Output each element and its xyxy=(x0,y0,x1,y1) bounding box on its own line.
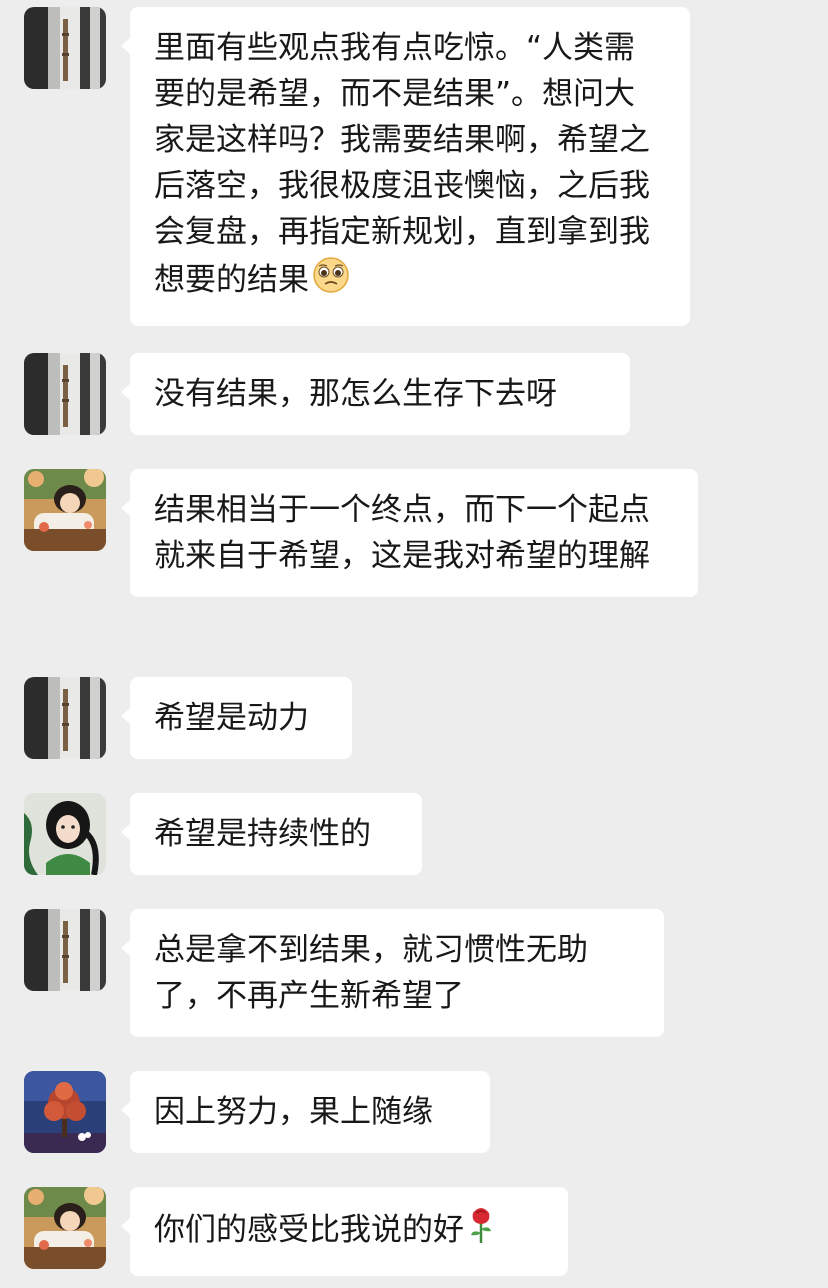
message-text: 结果相当于一个终点，而下一个起点就来自于希望，这是我对希望的理解 xyxy=(154,492,650,574)
message-bubble[interactable]: 希望是持续性的 xyxy=(121,793,422,875)
message-bubble[interactable]: 结果相当于一个终点，而下一个起点就来自于希望，这是我对希望的理解 xyxy=(121,469,698,597)
avatar-anime-girl-flowers[interactable] xyxy=(24,469,106,551)
pleading-face-emoji xyxy=(311,255,351,308)
avatar-bamboo-shadow[interactable] xyxy=(24,677,106,759)
avatar-bamboo-shadow[interactable] xyxy=(24,909,106,991)
rose-emoji xyxy=(466,1205,496,1258)
message-text: 没有结果，那怎么生存下去呀 xyxy=(154,376,557,412)
chat-message-list[interactable]: 里面有些观点我有点吃惊。“人类需要的是希望，而不是结果”。想问大家是这样吗？我需… xyxy=(0,0,828,1288)
message-bubble[interactable]: 里面有些观点我有点吃惊。“人类需要的是希望，而不是结果”。想问大家是这样吗？我需… xyxy=(121,7,690,326)
avatar-anime-girl-green[interactable] xyxy=(24,793,106,875)
message-bubble[interactable]: 希望是动力 xyxy=(121,677,352,759)
avatar-tree-night[interactable] xyxy=(24,1071,106,1153)
avatar-anime-girl-flowers[interactable] xyxy=(24,1187,106,1269)
message-text: 因上努力，果上随缘 xyxy=(154,1094,433,1130)
message-text: 希望是持续性的 xyxy=(154,816,371,852)
message-bubble[interactable]: 你们的感受比我说的好 xyxy=(121,1187,568,1276)
message-bubble[interactable]: 没有结果，那怎么生存下去呀 xyxy=(121,353,630,435)
message-bubble[interactable]: 因上努力，果上随缘 xyxy=(121,1071,490,1153)
message-text: 里面有些观点我有点吃惊。“人类需要的是希望，而不是结果”。想问大家是这样吗？我需… xyxy=(154,30,650,298)
message-text: 希望是动力 xyxy=(154,700,309,736)
avatar-bamboo-shadow[interactable] xyxy=(24,353,106,435)
message-text: 你们的感受比我说的好 xyxy=(154,1212,464,1248)
message-bubble[interactable]: 总是拿不到结果，就习惯性无助了，不再产生新希望了 xyxy=(121,909,664,1037)
avatar-bamboo-shadow[interactable] xyxy=(24,7,106,89)
message-text: 总是拿不到结果，就习惯性无助了，不再产生新希望了 xyxy=(154,932,588,1014)
